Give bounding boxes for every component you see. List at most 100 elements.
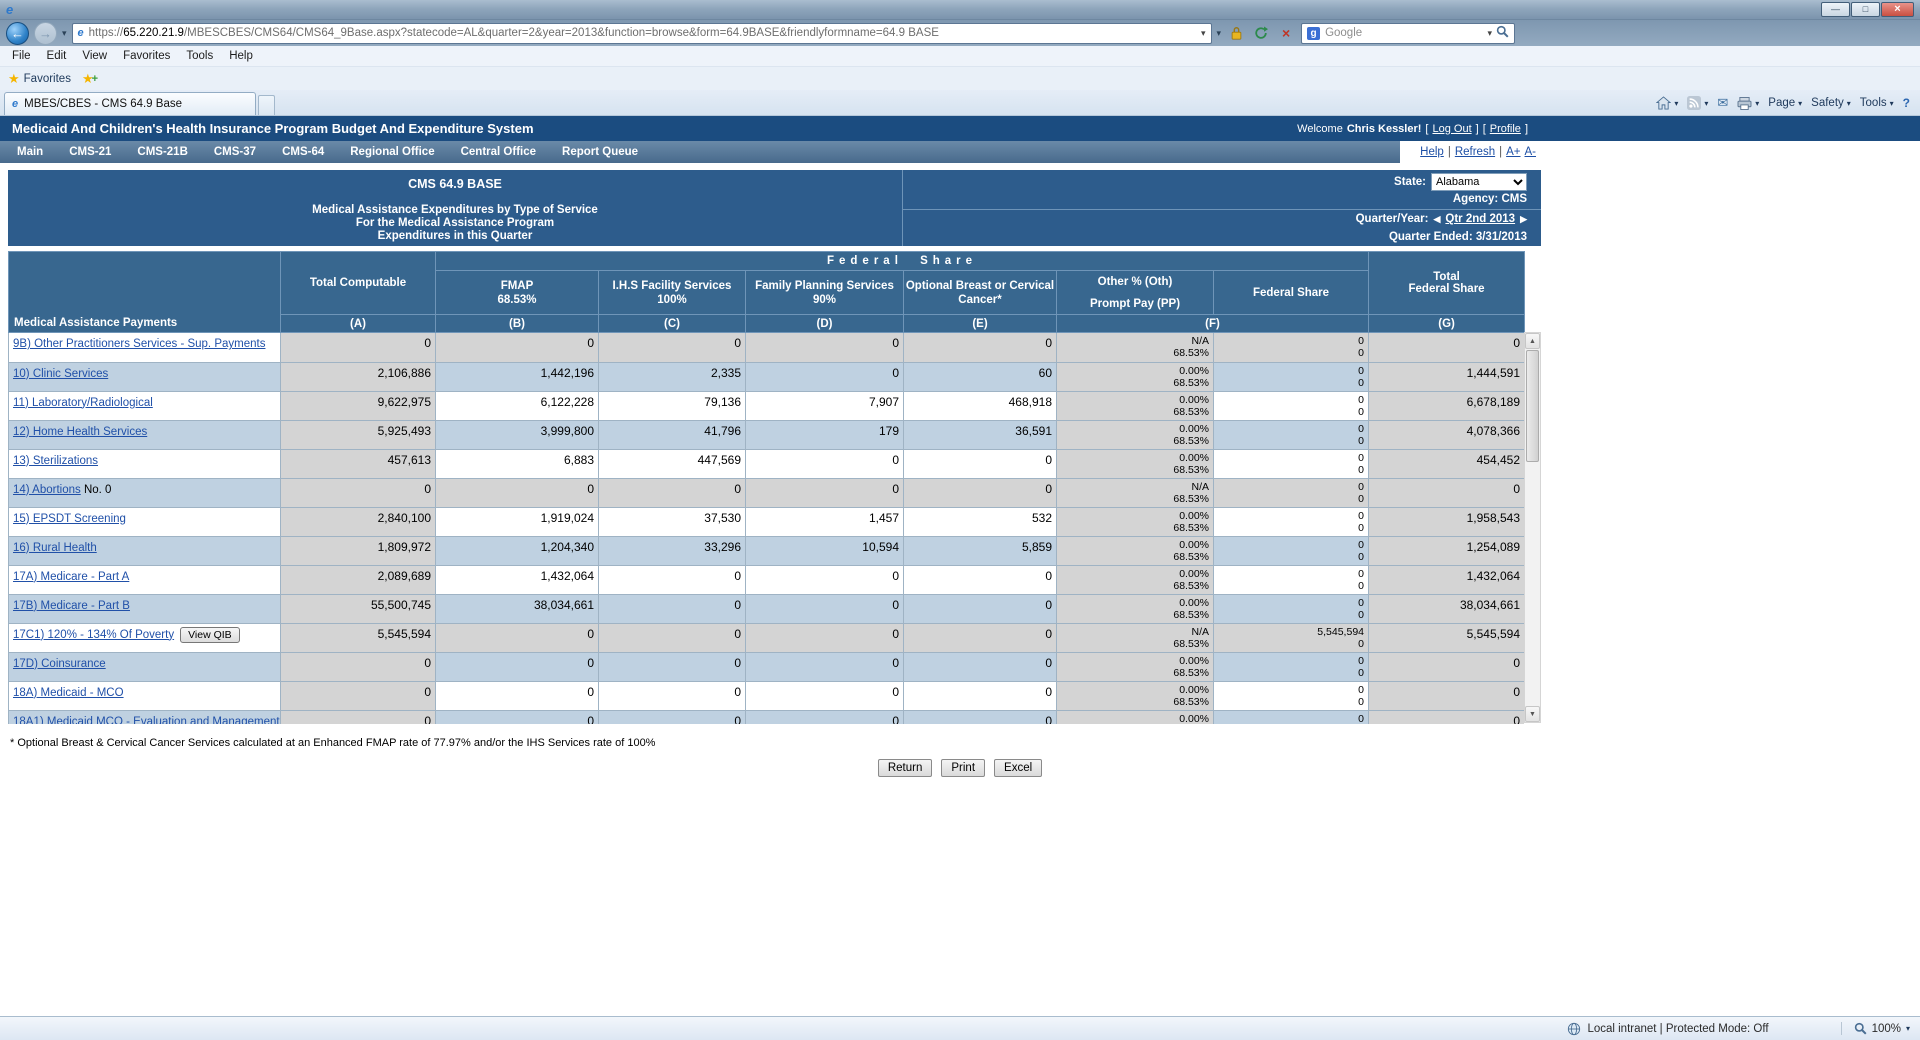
scroll-up-icon[interactable]: ▲: [1525, 333, 1540, 349]
view-qib-button[interactable]: View QIB: [180, 627, 240, 643]
row-label-cell: 17B) Medicare - Part B: [9, 594, 281, 623]
nav-item-central-office[interactable]: Central Office: [448, 146, 549, 158]
search-box[interactable]: g Google ▾: [1301, 23, 1515, 44]
cell-fmap: 6,122,228: [436, 391, 599, 420]
page-menu-button[interactable]: Page▾: [1768, 97, 1802, 109]
cell-other-pct: 0.00%68.53%: [1057, 362, 1214, 391]
federal-share-pp-value: 0: [1217, 667, 1364, 679]
url-field[interactable]: e https://65.220.21.9/MBESCBES/CMS64/CMS…: [72, 23, 1212, 44]
federal-share-oth-value: 5,545,594: [1217, 626, 1364, 638]
form-subtitle: Medical Assistance Expenditures by Type …: [312, 204, 598, 243]
nav-item-cms-64[interactable]: CMS-64: [269, 146, 337, 158]
favorites-star-icon: ★: [8, 71, 20, 87]
cell-breast-cervical: 0: [904, 594, 1057, 623]
help-link[interactable]: Help: [1420, 146, 1444, 158]
close-button[interactable]: ×: [1881, 2, 1914, 17]
font-decrease-link[interactable]: A-: [1525, 146, 1537, 158]
row-link[interactable]: 12) Home Health Services: [13, 426, 147, 438]
menu-file[interactable]: File: [4, 48, 39, 64]
search-icon[interactable]: [1496, 25, 1509, 41]
state-select[interactable]: Alabama: [1431, 173, 1527, 191]
row-link[interactable]: 9B) Other Practitioners Services - Sup. …: [13, 338, 265, 350]
prompt-pay-pct-value: 68.53%: [1060, 638, 1209, 650]
home-button[interactable]: ▾: [1656, 96, 1678, 110]
address-dropdown-icon[interactable]: ▾: [1217, 28, 1222, 39]
tab-favicon: e: [12, 98, 18, 111]
logout-link[interactable]: Log Out: [1432, 123, 1471, 135]
nav-item-regional-office[interactable]: Regional Office: [337, 146, 447, 158]
prompt-pay-pct-value: 68.53%: [1060, 377, 1209, 389]
cell-federal-share: 00: [1214, 333, 1369, 362]
print-button[interactable]: ▾: [1737, 97, 1759, 110]
security-lock-icon[interactable]: [1226, 23, 1246, 44]
zoom-dropdown-icon[interactable]: ▾: [1906, 1024, 1910, 1033]
minimize-button[interactable]: —: [1821, 2, 1850, 17]
return-button[interactable]: Return: [878, 759, 933, 777]
zone-text: Local intranet | Protected Mode: Off: [1587, 1023, 1768, 1035]
new-tab-button[interactable]: [258, 95, 275, 115]
print-button[interactable]: Print: [941, 759, 985, 777]
tools-menu-button[interactable]: Tools▾: [1860, 97, 1894, 109]
menu-tools[interactable]: Tools: [178, 48, 221, 64]
row-link[interactable]: 16) Rural Health: [13, 542, 97, 554]
nav-item-cms-37[interactable]: CMS-37: [201, 146, 269, 158]
menu-view[interactable]: View: [74, 48, 115, 64]
stop-icon[interactable]: ×: [1276, 23, 1296, 44]
quarter-ended-row: Quarter Ended: 3/31/2013: [903, 228, 1541, 246]
url-dropdown-icon[interactable]: ▾: [1201, 28, 1206, 39]
quarter-year-link[interactable]: Qtr 2nd 2013: [1445, 213, 1515, 225]
nav-item-cms-21b[interactable]: CMS-21B: [124, 146, 200, 158]
row-link[interactable]: 10) Clinic Services: [13, 368, 108, 380]
excel-button[interactable]: Excel: [994, 759, 1042, 777]
other-pct-value: 0.00%: [1060, 394, 1209, 406]
safety-menu-button[interactable]: Safety▾: [1811, 97, 1851, 109]
feeds-button[interactable]: ▾: [1687, 96, 1708, 110]
favorites-button[interactable]: ★ Favorites: [8, 71, 77, 87]
profile-link[interactable]: Profile: [1490, 123, 1521, 135]
quarter-prev-icon[interactable]: ◀: [1433, 214, 1440, 225]
help-button[interactable]: ?: [1903, 96, 1910, 110]
cell-fmap: 0: [436, 623, 599, 652]
row-link[interactable]: 11) Laboratory/Radiological: [13, 397, 153, 409]
other-pct-value: 0.00%: [1060, 452, 1209, 464]
back-button[interactable]: ←: [6, 22, 29, 45]
row-link[interactable]: 13) Sterilizations: [13, 455, 98, 467]
menu-edit[interactable]: Edit: [39, 48, 75, 64]
quarter-next-icon[interactable]: ▶: [1520, 214, 1527, 225]
refresh-icon[interactable]: [1251, 23, 1271, 44]
forward-button[interactable]: →: [34, 22, 57, 45]
read-mail-button[interactable]: ✉: [1717, 95, 1728, 111]
menu-help[interactable]: Help: [221, 48, 261, 64]
history-dropdown-icon[interactable]: ▾: [62, 28, 67, 39]
font-increase-link[interactable]: A+: [1506, 146, 1520, 158]
scrollbar-thumb[interactable]: [1526, 350, 1539, 462]
row-link[interactable]: 18A) Medicaid - MCO: [13, 687, 124, 699]
menu-favorites[interactable]: Favorites: [115, 48, 178, 64]
maximize-button[interactable]: □: [1851, 2, 1880, 17]
federal-share-oth-value: 0: [1217, 597, 1364, 609]
nav-item-report-queue[interactable]: Report Queue: [549, 146, 651, 158]
row-link[interactable]: 17C1) 120% - 134% Of Poverty: [13, 629, 174, 641]
federal-share-pp-value: 0: [1217, 580, 1364, 592]
search-dropdown-icon[interactable]: ▾: [1488, 28, 1493, 39]
nav-item-main[interactable]: Main: [4, 146, 56, 158]
row-link[interactable]: 17A) Medicare - Part A: [13, 571, 129, 583]
cell-total-computable: 2,089,689: [281, 565, 436, 594]
row-link[interactable]: 18A1) Medicaid MCO - Evaluation and Mana…: [13, 716, 280, 725]
zoom-icon: [1854, 1022, 1867, 1035]
cell-federal-share: 00: [1214, 391, 1369, 420]
federal-share-pp-value: 0: [1217, 638, 1364, 650]
refresh-link[interactable]: Refresh: [1455, 146, 1495, 158]
zoom-control[interactable]: 100% ▾: [1841, 1022, 1910, 1035]
table-scrollbar[interactable]: ▲ ▼: [1524, 332, 1541, 723]
row-link[interactable]: 15) EPSDT Screening: [13, 513, 126, 525]
tab-cms649base[interactable]: e MBES/CBES - CMS 64.9 Base: [4, 92, 256, 115]
nav-item-cms-21[interactable]: CMS-21: [56, 146, 124, 158]
row-link[interactable]: 17D) Coinsurance: [13, 658, 106, 670]
row-link[interactable]: 14) Abortions: [13, 484, 81, 496]
cell-ihs: 0: [599, 710, 746, 724]
row-link[interactable]: 17B) Medicare - Part B: [13, 600, 130, 612]
scroll-down-icon[interactable]: ▼: [1525, 706, 1540, 722]
add-favorite-button[interactable]: ★ +: [82, 71, 104, 87]
cell-family-planning: 0: [746, 362, 904, 391]
